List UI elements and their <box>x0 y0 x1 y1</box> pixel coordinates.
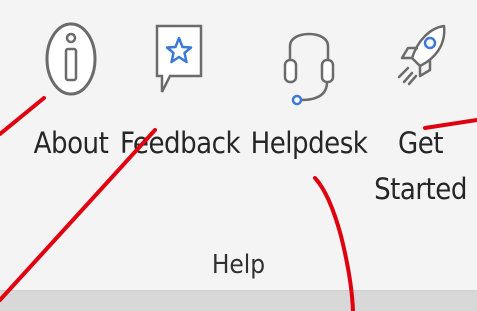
ribbon-group-bottom-edge <box>0 290 477 311</box>
feedback-icon <box>154 18 204 106</box>
helpdesk-button[interactable]: Helpdesk <box>245 18 373 178</box>
headset-icon <box>279 18 339 112</box>
about-button[interactable]: About <box>26 18 116 178</box>
helpdesk-label: Helpdesk <box>250 126 368 160</box>
get-started-label-line-2: Started <box>374 172 467 206</box>
info-icon <box>44 18 98 104</box>
feedback-button[interactable]: Feedback <box>120 18 241 178</box>
get-started-button[interactable]: Get Started <box>368 18 473 218</box>
about-label: About <box>33 126 109 160</box>
rocket-icon <box>390 18 452 108</box>
help-ribbon-panel: About Feedback Helpdesk Get Started Help <box>0 0 477 311</box>
group-label: Help <box>211 250 266 280</box>
get-started-label-line-1: Get <box>397 126 444 160</box>
feedback-label: Feedback <box>120 126 241 160</box>
